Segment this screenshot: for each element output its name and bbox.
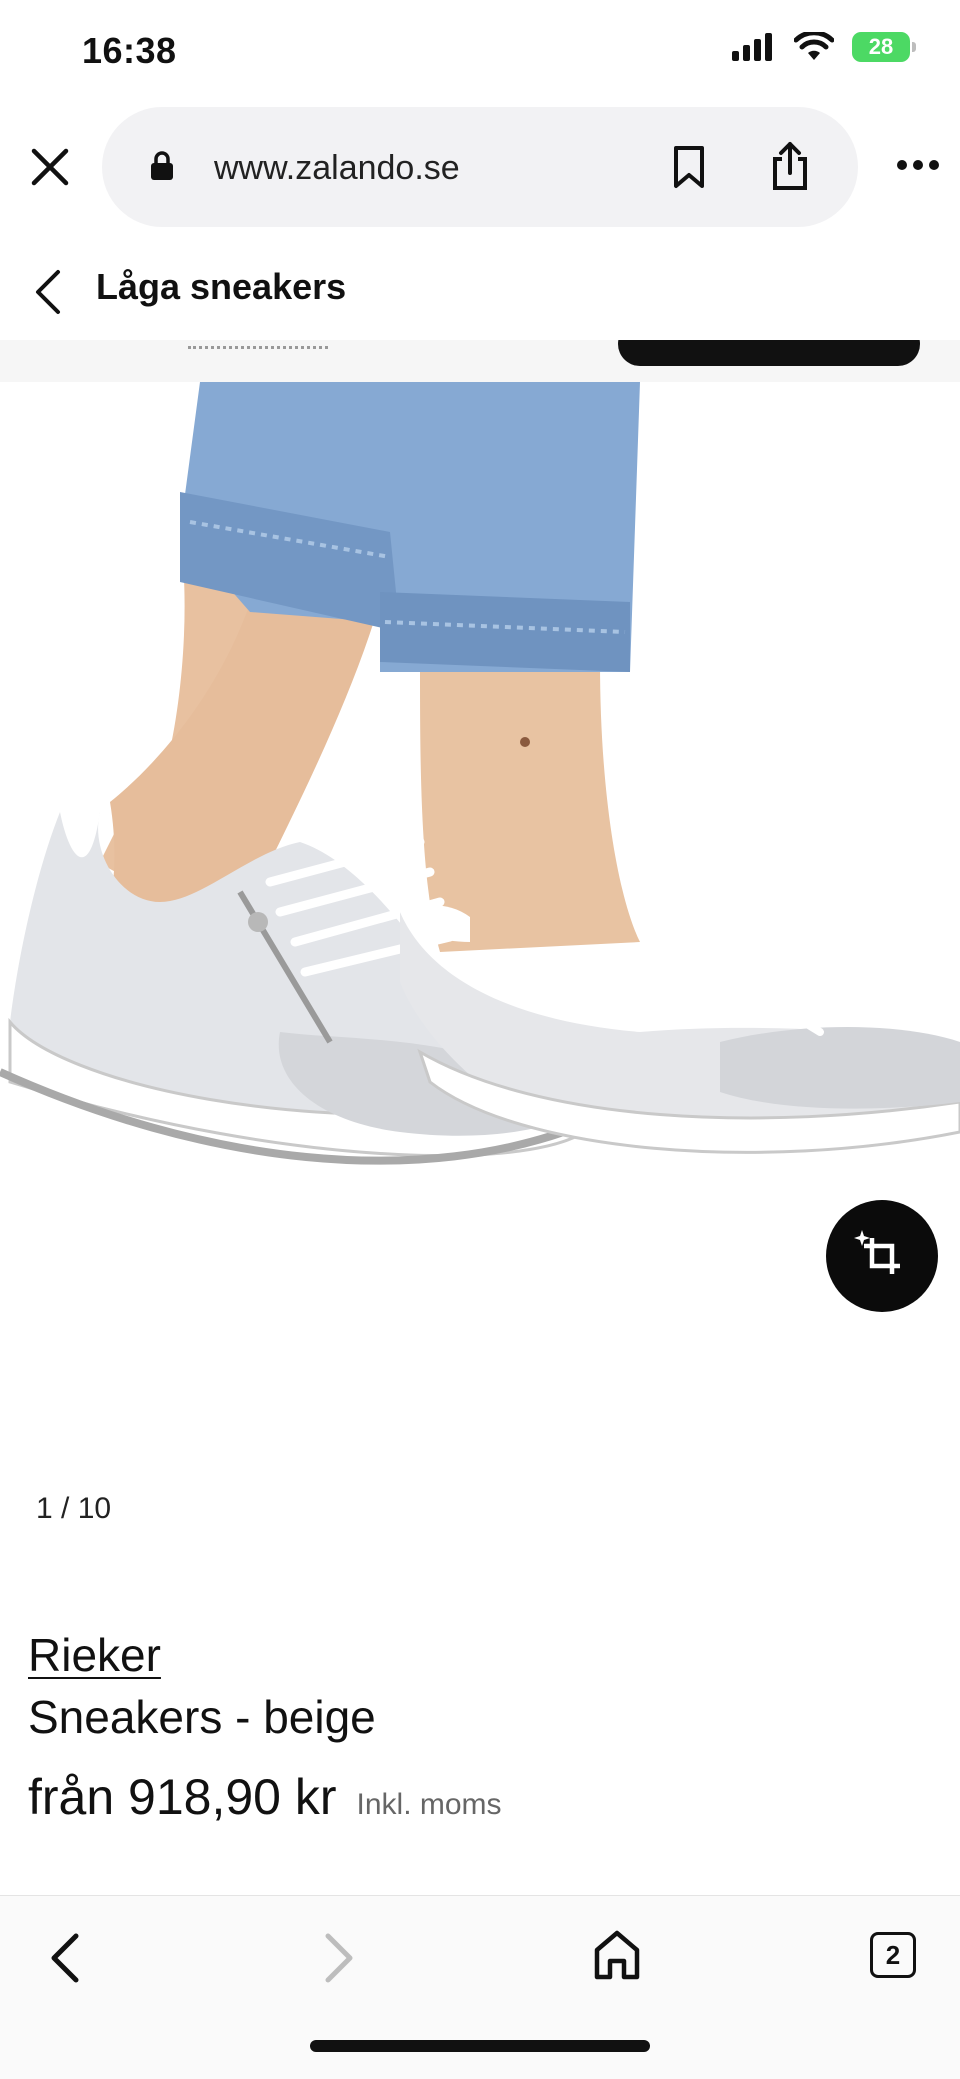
- url-text[interactable]: www.zalando.se: [214, 149, 460, 188]
- more-icon[interactable]: [896, 157, 940, 173]
- tax-note: Inkl. moms: [356, 1788, 502, 1821]
- lock-icon: [151, 151, 173, 180]
- status-bar: 16:38 28: [0, 0, 960, 100]
- page-header: Låga sneakers: [0, 240, 960, 341]
- home-indicator: [310, 2040, 650, 2052]
- status-time: 16:38: [82, 30, 177, 71]
- price-row: från 918,90 kr Inkl. moms: [28, 1768, 502, 1826]
- battery-charging-icon: 28: [852, 32, 916, 62]
- browser-url-row: www.zalando.se: [0, 105, 960, 230]
- crop-sparkle-icon: [854, 1230, 900, 1274]
- sneaker-photo: [0, 382, 960, 1165]
- back-chevron-icon[interactable]: [32, 268, 62, 316]
- add-to-bag-pill[interactable]: [618, 340, 920, 366]
- status-icons: 28: [732, 32, 916, 62]
- image-counter: 1 / 10: [36, 1492, 112, 1525]
- tab-count: 2: [885, 1939, 901, 1970]
- product-name: Sneakers - beige: [28, 1691, 376, 1743]
- address-bar[interactable]: www.zalando.se: [102, 107, 858, 227]
- wifi-icon: [794, 32, 834, 60]
- product-image[interactable]: [0, 382, 960, 1492]
- brand-link[interactable]: Rieker: [28, 1628, 161, 1682]
- product-price: från 918,90 kr: [28, 1769, 337, 1825]
- page-title: Låga sneakers: [96, 266, 347, 307]
- close-icon[interactable]: [28, 145, 72, 189]
- virtual-tryon-button[interactable]: [826, 1200, 938, 1312]
- signal-icon: [732, 33, 772, 61]
- bookmark-icon[interactable]: [672, 145, 706, 189]
- strip-text-fragment: [188, 340, 328, 349]
- back-icon[interactable]: [46, 1930, 82, 1986]
- sticky-cta-strip: [0, 340, 960, 382]
- battery-level: 28: [868, 34, 894, 59]
- home-icon[interactable]: [592, 1928, 642, 1982]
- share-icon[interactable]: [770, 141, 810, 191]
- tabs-icon[interactable]: 2: [870, 1932, 916, 1978]
- forward-icon[interactable]: [322, 1930, 358, 1986]
